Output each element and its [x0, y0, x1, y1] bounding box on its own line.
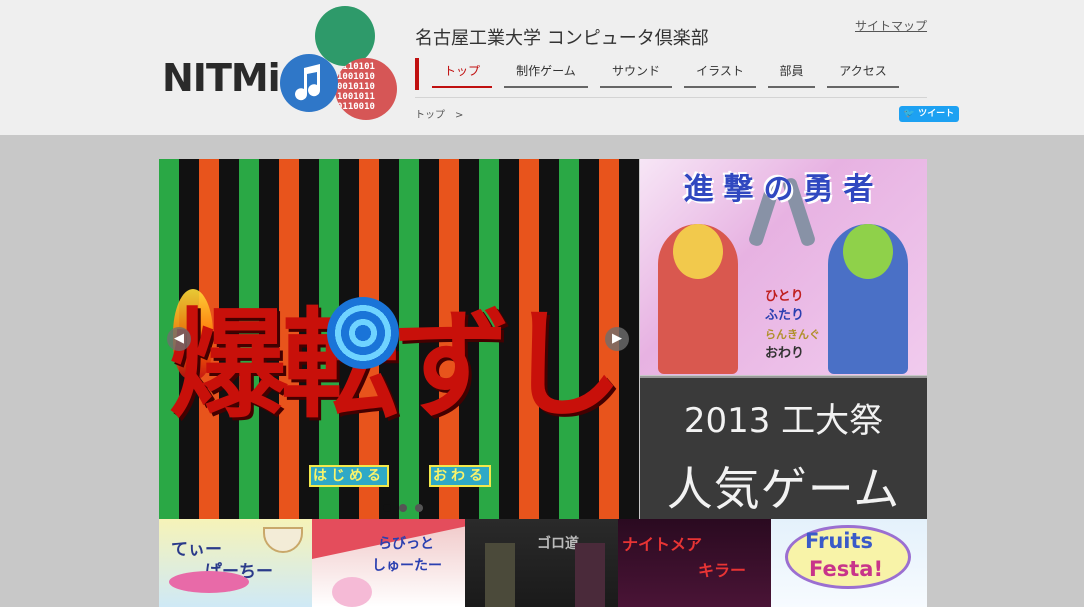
site-header: 0110101 1001010 0010110 1001011 0110010 … — [0, 0, 1084, 135]
nav-accent-bar — [415, 58, 419, 90]
thumb-tea-party[interactable]: てぃー ぱーちー — [159, 519, 312, 607]
tweet-label: ツイート — [918, 109, 955, 119]
nav-item-top[interactable]: トップ — [432, 58, 492, 88]
promo-mode-list: ひとり ふたり らんきんぐ おわり — [765, 287, 820, 363]
site-title: 名古屋工業大学 コンピュータ倶楽部 — [415, 28, 709, 49]
hero-left-head — [673, 224, 723, 279]
mode-label: らんきんぐ — [765, 328, 820, 341]
swirl-icon — [327, 297, 399, 369]
breadcrumb: トップ > — [415, 106, 463, 121]
teacup-icon — [263, 527, 303, 553]
nav-divider — [415, 97, 927, 98]
promo-caption: 2013 工大祭 人気ゲーム — [640, 376, 927, 519]
promo-year-label: 2013 工大祭 — [683, 401, 884, 441]
main-slider: 爆転ずし はじめる おわる ◀ ▶ — [159, 159, 639, 519]
hero-left-figure — [658, 224, 738, 374]
thumb-label: らびっと — [378, 536, 434, 552]
slider-dots — [379, 497, 427, 516]
promo-game-title: 進撃の勇者 — [683, 172, 884, 207]
slider-dot[interactable] — [383, 504, 391, 512]
nav-item-illust[interactable]: イラスト — [684, 58, 756, 88]
promo-banner[interactable]: 進撃の勇者 ひとり ふたり らんきんぐ おわり 2013 工大祭 人気ゲーム — [640, 159, 927, 519]
promo-popular-label: 人気ゲーム — [666, 462, 901, 516]
warrior-figure — [485, 543, 515, 607]
game-thumbnails: てぃー ぱーちー らびっと しゅーたー ゴロ道 ナイトメア キラー Fruits… — [159, 519, 927, 607]
nav-item-access[interactable]: アクセス — [827, 58, 899, 88]
thumb-label: ゴロ道 — [537, 536, 579, 552]
slide-game-title: 爆転ずし — [169, 295, 623, 434]
warrior-figure — [575, 543, 605, 607]
thumb-label: ナイトメア — [622, 535, 703, 554]
breadcrumb-current: トップ — [415, 110, 445, 121]
nav-item-members[interactable]: 部員 — [768, 58, 815, 88]
mode-label: おわり — [765, 346, 805, 361]
thumb-goro[interactable]: ゴロ道 — [465, 519, 618, 607]
breadcrumb-separator: > — [455, 110, 464, 121]
music-note-icon — [280, 54, 338, 112]
site-logo[interactable]: 0110101 1001010 0010110 1001011 0110010 … — [160, 6, 400, 121]
cake-icon — [169, 571, 249, 593]
chevron-right-icon[interactable]: ▶ — [605, 327, 629, 351]
mode-label: ひとり — [765, 289, 804, 304]
quit-button: おわる — [429, 465, 491, 487]
hero-right-figure — [828, 224, 908, 374]
hero-right-head — [843, 224, 893, 279]
thumb-rabbit-shooter[interactable]: らびっと しゅーたー — [312, 519, 465, 607]
thumb-label: しゅーたー — [372, 558, 442, 574]
thumb-nightmare-killer[interactable]: ナイトメア キラー — [618, 519, 771, 607]
nav-item-sound[interactable]: サウンド — [600, 58, 672, 88]
thumb-label: Festa! — [809, 557, 884, 581]
twitter-icon: 🐦 — [903, 109, 916, 119]
mode-label: ふたり — [765, 308, 805, 323]
thumb-fruits-festa[interactable]: Fruits Festa! — [771, 519, 927, 607]
slider-dot[interactable] — [415, 504, 423, 512]
rabbit-icon — [332, 577, 372, 607]
tweet-button[interactable]: 🐦 ツイート — [899, 106, 959, 122]
nav-item-games[interactable]: 制作ゲーム — [504, 58, 588, 88]
start-button: はじめる — [309, 465, 389, 487]
sitemap-link[interactable]: サイトマップ — [855, 17, 927, 34]
slider-dot[interactable] — [399, 504, 407, 512]
logo-binary-text: 0110101 1001010 0010110 1001011 0110010 — [337, 62, 375, 112]
chevron-left-icon[interactable]: ◀ — [167, 327, 191, 351]
thumb-label: キラー — [698, 561, 747, 580]
promo-game-art: 進撃の勇者 ひとり ふたり らんきんぐ おわり — [640, 159, 927, 375]
thumb-label: Fruits — [805, 529, 874, 553]
binary-icon: 0110101 1001010 0010110 1001011 0110010 — [335, 58, 397, 120]
